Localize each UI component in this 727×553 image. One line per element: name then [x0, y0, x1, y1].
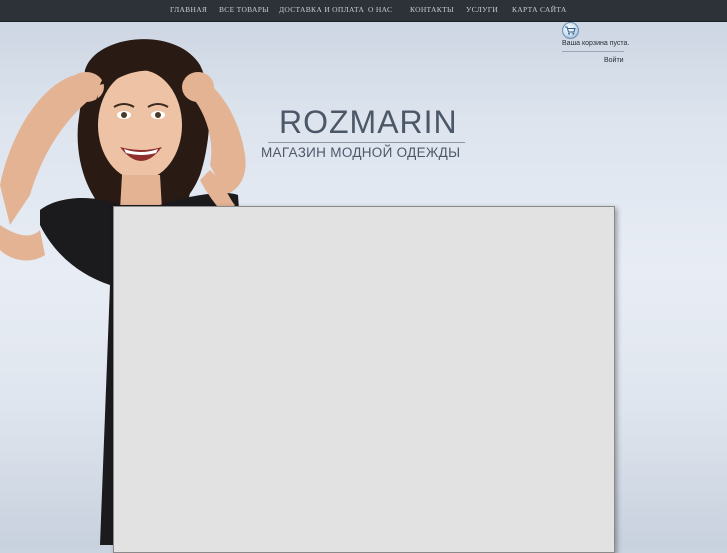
nav-item-home[interactable]: ГЛАВНАЯ [170, 0, 207, 21]
cart-icon[interactable] [562, 22, 579, 39]
nav-item-contacts[interactable]: КОНТАКТЫ [410, 0, 454, 21]
nav-item-about[interactable]: О НАС [368, 0, 392, 21]
nav-item-sitemap[interactable]: КАРТА САЙТА [512, 0, 567, 21]
brand-subtitle: МАГАЗИН МОДНОЙ ОДЕЖДЫ [261, 145, 461, 160]
cart-divider [562, 51, 624, 52]
nav-item-services[interactable]: УСЛУГИ [466, 0, 498, 21]
cart-status-text: Ваша корзина пуста. [562, 40, 630, 47]
nav-item-all-products[interactable]: ВСЕ ТОВАРЫ [219, 0, 269, 21]
brand-divider [268, 142, 465, 143]
top-navigation-bar: ГЛАВНАЯ ВСЕ ТОВАРЫ ДОСТАВКА И ОПЛАТА О Н… [0, 0, 727, 22]
main-content-panel [113, 206, 615, 553]
brand-title: ROZMARIN [279, 104, 458, 140]
login-link[interactable]: Войти [604, 57, 624, 64]
nav-item-delivery-payment[interactable]: ДОСТАВКА И ОПЛАТА [279, 0, 364, 21]
